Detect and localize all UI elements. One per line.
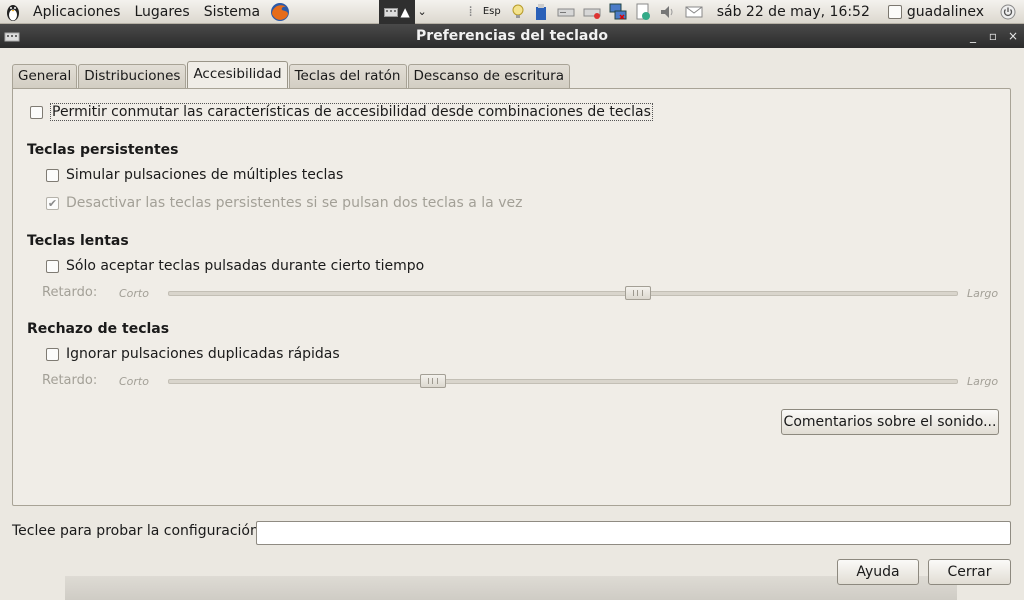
window-title: Preferencias del teclado [416,28,608,44]
accessibility-toggle-label: Permitir conmutar las características de… [50,103,653,121]
slow-keys-checkbox[interactable] [46,259,59,273]
bounce-keys-high-label: Largo [967,375,999,388]
tab-distribuciones[interactable]: Distribuciones [78,64,187,88]
bounce-keys-delay-row: Retardo: Corto Largo [42,371,1002,391]
simulate-multiple-keys-label: Simular pulsaciones de múltiples teclas [66,167,344,183]
window-list-keyboard-item[interactable]: ▲ [379,0,416,24]
user-menu[interactable]: guadalinex [880,4,992,20]
firefox-launcher-icon[interactable] [267,0,293,24]
bounce-keys-checkbox[interactable] [46,347,59,361]
slow-keys-delay-label: Retardo: [42,285,98,300]
tab-bar: General Distribuciones Accesibilidad Tec… [12,61,571,88]
system-tray: ⁞ Esp sáb 22 de may, 16:52 guadalinex [464,0,1024,24]
slow-keys-delay-slider [168,291,958,296]
keyboard-preferences-dialog: General Distribuciones Accesibilidad Tec… [0,48,1024,600]
lightbulb-icon[interactable] [507,0,529,24]
accessibility-toggle-row[interactable]: Permitir conmutar las características de… [30,103,653,121]
test-input[interactable] [256,521,1011,545]
username: guadalinex [906,3,984,20]
slow-keys-delay-thumb [625,286,652,300]
window-titlebar[interactable]: Preferencias del teclado _ ▫ × [0,24,1024,48]
tab-teclas-raton[interactable]: Teclas del ratón [288,64,407,88]
user-icon [887,4,902,19]
help-button[interactable]: Ayuda [837,559,919,585]
sound-feedback-button[interactable]: Comentarios sobre el sonido... [781,409,999,435]
simulate-multiple-keys-checkbox[interactable] [46,168,59,182]
bounce-keys-delay-slider [168,379,958,384]
accessibility-toggle-checkbox[interactable] [30,105,43,119]
slow-keys-low-label: Corto [119,287,149,300]
bounce-keys-delay-label: Retardo: [42,373,98,388]
slow-keys-high-label: Largo [967,287,999,300]
disk-drive-icon[interactable] [553,0,579,24]
keyboard-layout-indicator[interactable]: Esp [477,0,507,24]
handle-icon: ⁞ [468,3,473,20]
minimize-button[interactable]: _ [962,24,984,48]
background-window-strip [65,576,957,600]
chevron-down-icon[interactable]: ⌄ [415,5,429,18]
bounce-keys-label: Ignorar pulsaciones duplicadas rápidas [66,346,340,362]
maximize-button[interactable]: ▫ [982,24,1004,48]
disable-sticky-checkbox: ✔ [46,196,59,210]
eject-drive-icon[interactable] [579,0,605,24]
cursor-icon: ▲ [400,4,410,19]
keyboard-icon [384,7,399,17]
usb-drive-icon[interactable] [529,0,553,24]
menu-aplicaciones[interactable]: Aplicaciones [26,0,127,24]
tab-general[interactable]: General [12,64,78,88]
menu-lugares[interactable]: Lugares [127,0,196,24]
tab-descanso-escritura[interactable]: Descanso de escritura [407,64,570,88]
menu-sistema[interactable]: Sistema [197,0,267,24]
accessibility-tab-panel: Permitir conmutar las características de… [12,88,1011,506]
bounce-keys-low-label: Corto [119,375,149,388]
slow-keys-delay-row: Retardo: Corto Largo [42,283,1002,303]
mail-icon[interactable] [681,0,707,24]
power-icon[interactable] [992,0,1024,24]
disable-sticky-label: Desactivar las teclas persistentes si se… [66,195,523,211]
top-panel: Aplicaciones Lugares Sistema ▲ ⌄ ⁞ Esp s… [0,0,1024,24]
bounce-keys-heading: Rechazo de teclas [27,321,170,337]
clock[interactable]: sáb 22 de may, 16:52 [707,4,880,20]
volume-icon[interactable] [655,0,681,24]
close-window-button[interactable]: × [1002,24,1024,48]
update-notifier-icon[interactable] [631,0,655,24]
disable-sticky-row: ✔ Desactivar las teclas persistentes si … [46,195,522,211]
sticky-keys-heading: Teclas persistentes [27,142,179,158]
bounce-keys-delay-thumb [419,374,446,388]
simulate-multiple-keys-row[interactable]: Simular pulsaciones de múltiples teclas [46,167,343,183]
slow-keys-label: Sólo aceptar teclas pulsadas durante cie… [66,258,425,274]
distro-logo-icon[interactable] [0,0,26,24]
network-icon[interactable] [605,0,631,24]
slow-keys-heading: Teclas lentas [27,233,129,249]
bounce-keys-row[interactable]: Ignorar pulsaciones duplicadas rápidas [46,346,340,362]
test-field-label: Teclee para probar la configuración: [12,523,264,539]
slow-keys-row[interactable]: Sólo aceptar teclas pulsadas durante cie… [46,258,424,274]
tab-accesibilidad[interactable]: Accesibilidad [187,61,288,88]
close-button[interactable]: Cerrar [928,559,1011,585]
